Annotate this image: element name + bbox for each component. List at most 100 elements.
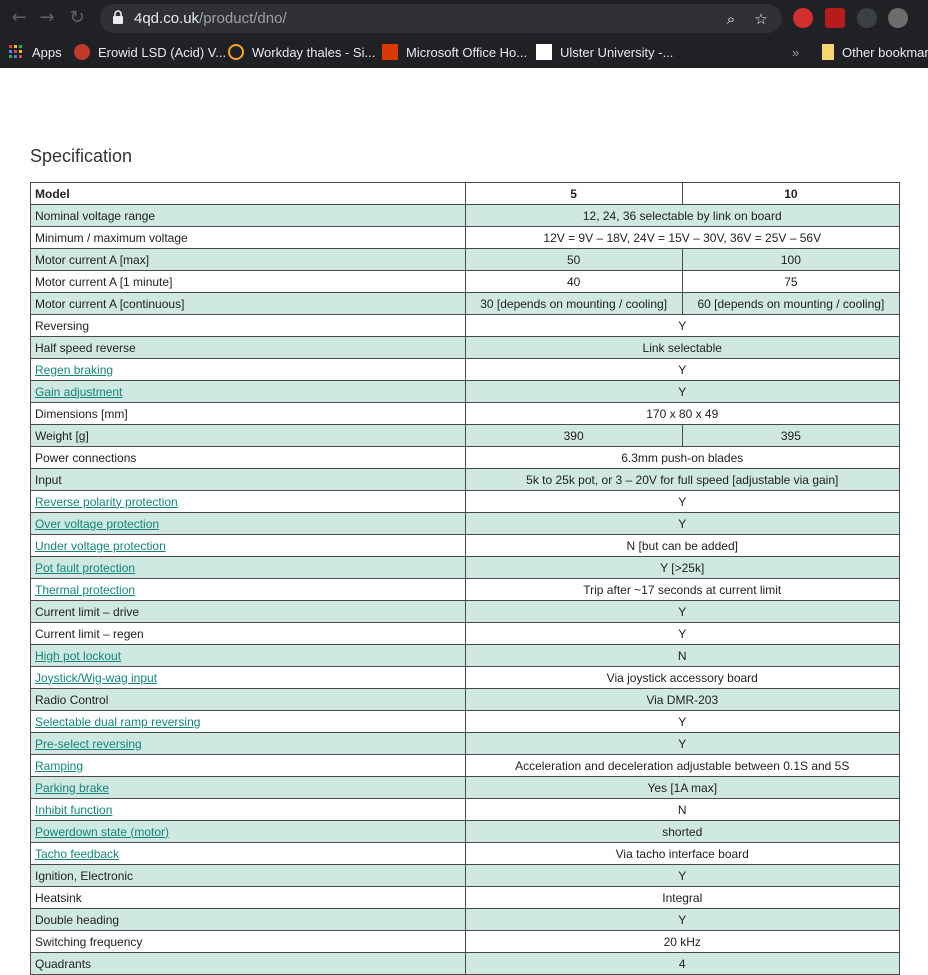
table-row: Dimensions [mm] 170 x 80 x 49 [30,402,900,425]
row-label-cell: Nominal voltage range [30,204,466,227]
header-cell-10: 10 [681,182,901,205]
row-value-cell-10: 75 [681,270,901,293]
row-value-cell: Y [464,512,900,535]
table-row: Weight [g] 390 395 [30,424,901,447]
row-value-cell: 170 x 80 x 49 [464,402,900,425]
pdf-extension-icon[interactable] [825,8,845,28]
bookmark-label: Microsoft Office Ho... [406,44,528,60]
zoom-icon[interactable]: ⌕ [722,10,740,28]
address-bar[interactable]: 4qd.co.uk/product/dno/ ⌕ ☆ [100,4,782,33]
row-value-cell: Via tacho interface board [464,842,900,865]
bookmark-label: Workday thales - Si... [252,44,376,60]
bookmark-office[interactable]: Microsoft Office Ho... [382,42,527,62]
row-label-link[interactable]: Thermal protection [35,583,135,597]
table-row: Motor current A [1 minute] 40 75 [30,270,901,293]
table-row: Pot fault protection Y [>25k] [30,556,900,579]
row-label-link[interactable]: Gain adjustment [35,385,122,399]
row-label-cell: Motor current A [max] [30,248,466,271]
browser-chrome: ← → ↻ 4qd.co.uk/product/dno/ ⌕ ☆ Apps Er… [0,0,928,68]
row-label: Radio Control [35,692,109,707]
table-row: Tacho feedback Via tacho interface board [30,842,900,865]
row-label: Minimum / maximum voltage [35,230,188,245]
row-value-cell-5: 50 [464,248,683,271]
row-label-link[interactable]: Powerdown state (motor) [35,825,169,839]
row-label-link[interactable]: Parking brake [35,781,109,795]
row-value-cell: N [but can be added] [464,534,900,557]
bookmark-erowid[interactable]: Erowid LSD (Acid) V... [74,42,226,62]
row-value-cell: 12, 24, 36 selectable by link on board [464,204,900,227]
bookmark-label: Apps [32,44,62,60]
table-row: Selectable dual ramp reversing Y [30,710,900,733]
row-label-cell: Pre-select reversing [30,732,466,755]
bookmark-ulster[interactable]: Ulster University -... [536,42,673,62]
table-row: Gain adjustment Y [30,380,900,403]
back-icon[interactable]: ← [8,7,30,29]
row-label-link[interactable]: Tacho feedback [35,847,119,861]
adblock-extension-icon[interactable] [793,8,813,28]
table-row: Current limit – regen Y [30,622,900,645]
spec-table: Model 5 10 Nominal voltage range 12, 24, … [30,182,901,975]
row-label: Dimensions [mm] [35,406,128,421]
row-value-cell: Y [464,358,900,381]
table-row: Pre-select reversing Y [30,732,900,755]
row-label-link[interactable]: Under voltage protection [35,539,166,553]
row-label-link[interactable]: Selectable dual ramp reversing [35,715,200,729]
row-label-cell: Joystick/Wig-wag input [30,666,466,689]
bookmarks-overflow-chevron[interactable]: » [792,42,799,62]
row-label: Motor current A [max] [35,252,150,267]
row-value-cell: Acceleration and deceleration adjustable… [464,754,900,777]
other-bookmarks[interactable]: Other bookmarks [822,42,928,62]
row-label-cell: Heatsink [30,886,466,909]
row-label-cell: Pot fault protection [30,556,466,579]
table-row: Switching frequency 20 kHz [30,930,900,953]
row-label-link[interactable]: Reverse polarity protection [35,495,178,509]
table-row: Radio Control Via DMR-203 [30,688,900,711]
row-value-cell: Y [464,710,900,733]
row-value-cell: Y [464,908,900,931]
row-label: Ignition, Electronic [35,868,134,883]
row-value-cell: Y [464,732,900,755]
row-value-cell-5: 40 [464,270,683,293]
star-icon[interactable]: ☆ [752,10,770,28]
table-row: Under voltage protection N [but can be ad… [30,534,900,557]
row-label-link[interactable]: Pre-select reversing [35,737,142,751]
row-value-cell: 4 [464,952,900,975]
row-label-cell: Ignition, Electronic [30,864,466,887]
row-label-cell: Over voltage protection [30,512,466,535]
row-label-link[interactable]: Joystick/Wig-wag input [35,671,157,685]
row-label-cell: Switching frequency [30,930,466,953]
row-label-cell: Quadrants [30,952,466,975]
reload-icon[interactable]: ↻ [66,7,88,29]
row-value-cell: Y [464,600,900,623]
table-row: Nominal voltage range 12, 24, 36 selectab… [30,204,900,227]
row-value-cell: 12V = 9V – 18V, 24V = 15V – 30V, 36V = 2… [464,226,900,249]
row-value-cell-10: 60 [depends on mounting / cooling] [681,292,901,315]
row-label-link[interactable]: Over voltage protection [35,517,159,531]
bookmark-apps[interactable]: Apps [8,42,62,62]
row-label-link[interactable]: Ramping [35,759,83,773]
row-value-cell-5: 30 [depends on mounting / cooling] [464,292,683,315]
table-row: Thermal protection Trip after ~17 seconds… [30,578,900,601]
row-label-cell: Inhibit function [30,798,466,821]
row-label: Double heading [35,912,120,927]
row-label-link[interactable]: Inhibit function [35,803,112,817]
row-value-cell: Via DMR-203 [464,688,900,711]
profile-avatar[interactable] [888,8,908,28]
row-label-cell: Dimensions [mm] [30,402,466,425]
table-row: Input 5k to 25k pot, or 3 – 20V for full … [30,468,900,491]
bookmark-workday[interactable]: Workday thales - Si... [228,42,375,62]
row-label-link[interactable]: Pot fault protection [35,561,135,575]
forward-icon[interactable]: → [36,7,58,29]
row-label-cell: Powerdown state (motor) [30,820,466,843]
extension-puzzle-icon[interactable] [857,8,877,28]
table-row: Joystick/Wig-wag input Via joystick acces… [30,666,900,689]
row-label-link[interactable]: Regen braking [35,363,113,377]
other-bookmarks-label: Other bookmarks [842,44,928,60]
table-row: Power connections 6.3mm push-on blades [30,446,900,469]
header-cell-5: 5 [464,182,683,205]
row-label-cell: Double heading [30,908,466,931]
row-label-cell: Under voltage protection [30,534,466,557]
row-label-cell: Input [30,468,466,491]
table-row: Motor current A [continuous] 30 [depends … [30,292,901,315]
row-label-link[interactable]: High pot lockout [35,649,121,663]
